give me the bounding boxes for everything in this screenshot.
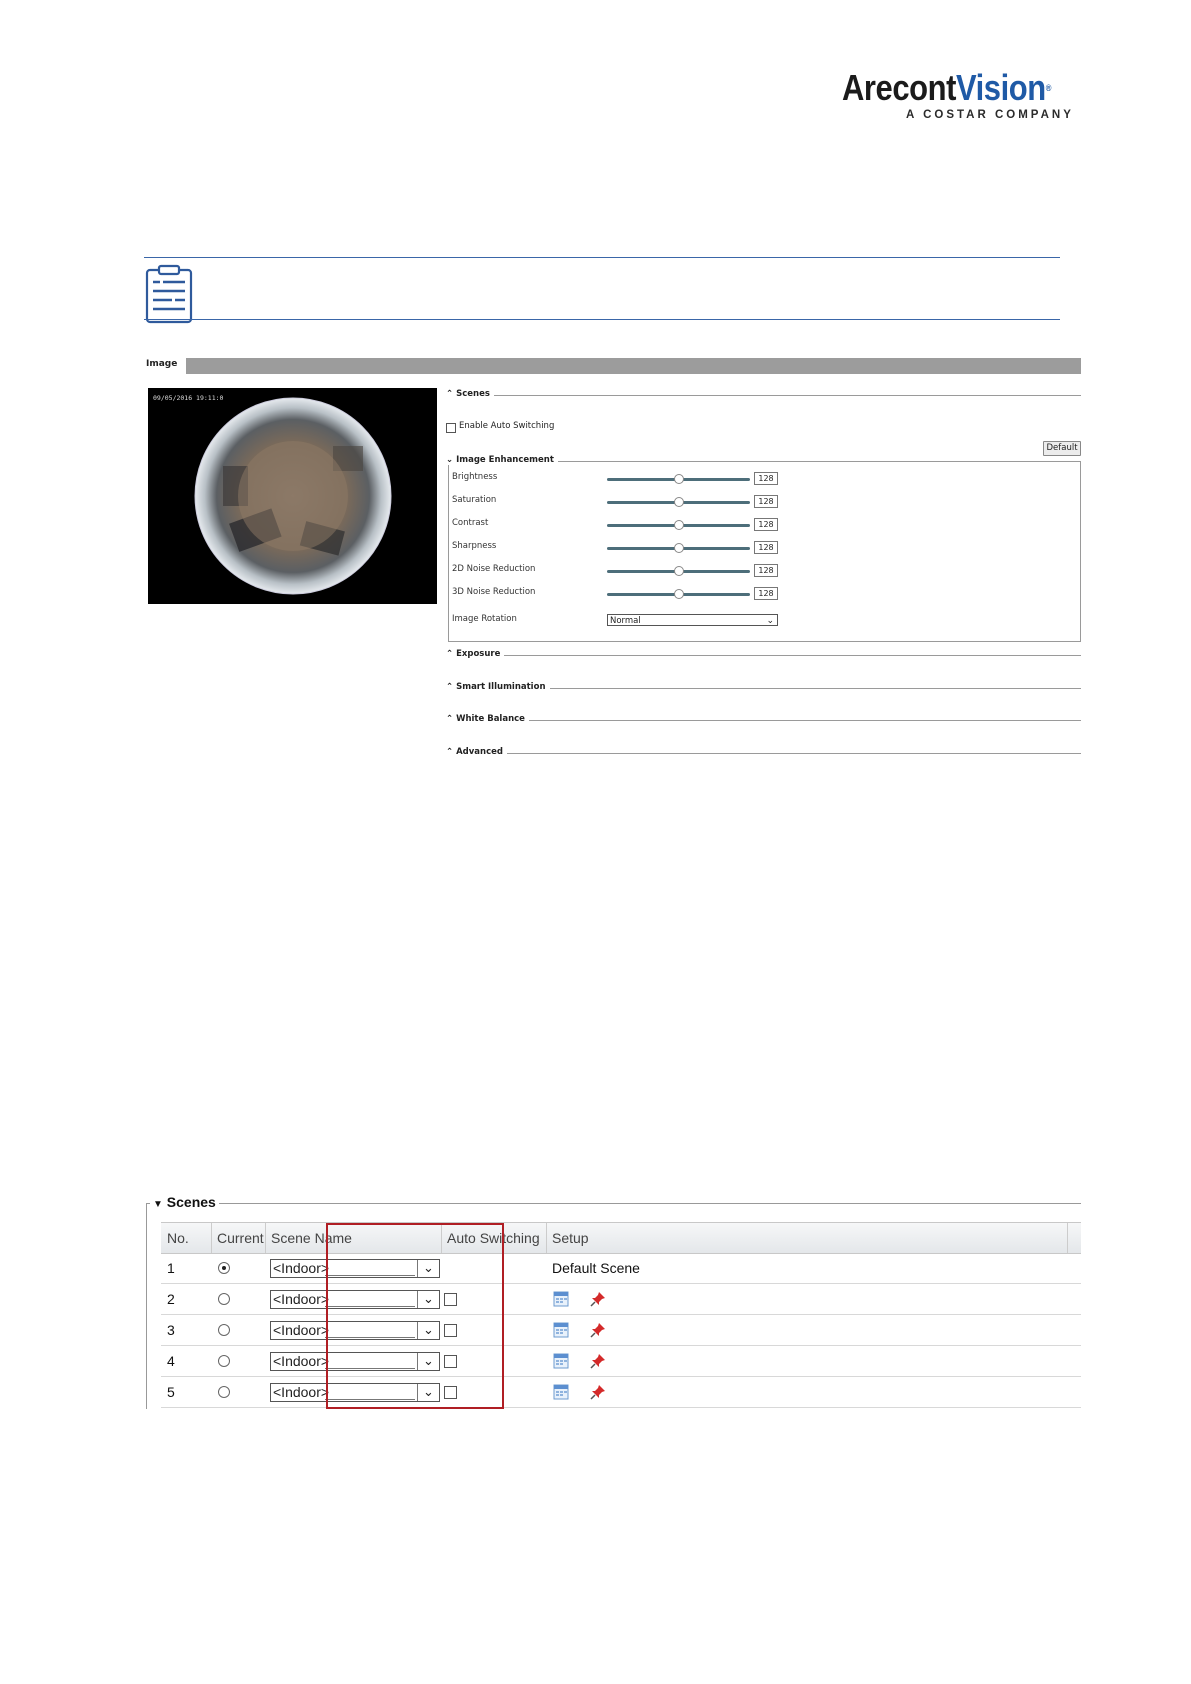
slider-row: Sharpness 128 <box>446 541 846 555</box>
scene-table-row: 1 <Indoor> ⌄ Default Scene <box>161 1253 1081 1284</box>
slider-row: Brightness 128 <box>446 472 846 486</box>
scene-name-value: <Indoor> <box>273 1260 330 1276</box>
collapsed-section-toggle[interactable]: ⌃ White Balance <box>446 714 529 724</box>
brand-name-part2: Vision <box>955 67 1046 108</box>
slider-handle[interactable] <box>673 543 684 553</box>
scene-number: 5 <box>167 1384 175 1400</box>
setup-text: Default Scene <box>552 1260 640 1276</box>
calendar-icon[interactable] <box>553 1383 569 1400</box>
pin-icon[interactable] <box>589 1290 607 1308</box>
slider-row: 3D Noise Reduction 128 <box>446 587 846 601</box>
slider-label: 2D Noise Reduction <box>452 564 536 574</box>
scenes-table-panel: ▼ Scenes No. Current Scene Name Auto Swi… <box>146 1194 1081 1414</box>
image-title-bar <box>186 358 1081 374</box>
image-settings-panel: ⌃ Scenes Enable Auto Switching Default ⌄… <box>446 387 1081 767</box>
fisheye-image <box>194 397 392 595</box>
enable-auto-switching-checkbox[interactable] <box>446 423 456 433</box>
brand-subtitle: A COSTAR COMPANY <box>906 109 1074 121</box>
slider-value-input[interactable]: 128 <box>754 495 778 508</box>
expand-arrow-icon: ⌃ <box>446 649 457 659</box>
collapsed-section-toggle[interactable]: ⌃ Exposure <box>446 649 505 659</box>
scene-number: 3 <box>167 1322 175 1338</box>
collapsed-section-label: Advanced <box>456 746 503 757</box>
pin-icon[interactable] <box>589 1352 607 1370</box>
collapsed-section-toggle[interactable]: ⌃ Smart Illumination <box>446 681 550 692</box>
scene-table-row: 4 <Indoor> ⌄ <box>161 1346 1081 1377</box>
table-header: No. Current Scene Name Auto Switching Se… <box>161 1222 1081 1254</box>
pin-icon[interactable] <box>589 1383 607 1401</box>
current-scene-radio[interactable] <box>218 1262 230 1274</box>
camera-preview[interactable]: 09/05/2016 19:11:0 <box>148 388 437 604</box>
slider-value-input[interactable]: 128 <box>754 541 778 554</box>
image-rotation-select[interactable]: Normal ⌄ <box>607 614 778 626</box>
calendar-icon[interactable] <box>553 1352 569 1369</box>
scenes-table-title: Scenes <box>166 1194 216 1210</box>
slider-label: Sharpness <box>452 541 497 551</box>
note-bottom-rule <box>144 319 1060 320</box>
scene-number: 4 <box>167 1353 175 1369</box>
pin-icon[interactable] <box>589 1321 607 1339</box>
scene-number: 2 <box>167 1291 175 1307</box>
registered-mark: ® <box>1045 83 1052 93</box>
image-rotation-value: Normal <box>610 616 641 626</box>
header-current: Current <box>217 1230 264 1246</box>
chevron-down-icon: ⌄ <box>766 616 774 626</box>
scene-table-row: 2 <Indoor> ⌄ <box>161 1284 1081 1315</box>
collapsed-section-label: Smart Illumination <box>456 681 546 692</box>
scene-name-value: <Indoor> <box>273 1291 330 1307</box>
image-section-title: Image <box>146 359 178 369</box>
current-scene-radio[interactable] <box>218 1293 230 1305</box>
image-rotation-label: Image Rotation <box>452 614 517 624</box>
slider-value-input[interactable]: 128 <box>754 518 778 531</box>
scenes-collapse-toggle[interactable]: ⌃ Scenes <box>446 389 494 399</box>
slider-row: 2D Noise Reduction 128 <box>446 564 846 578</box>
brand-logo: ArecontVision® A COSTAR COMPANY <box>842 68 1072 128</box>
expand-arrow-icon: ⌃ <box>446 714 457 724</box>
slider-label: Brightness <box>452 472 498 482</box>
collapsed-section-label: White Balance <box>456 714 525 724</box>
slider-handle[interactable] <box>673 474 684 484</box>
slider-value-input[interactable]: 128 <box>754 564 778 577</box>
slider-value-input[interactable]: 128 <box>754 472 778 485</box>
calendar-icon[interactable] <box>553 1290 569 1307</box>
slider-label: Contrast <box>452 518 489 528</box>
default-button[interactable]: Default <box>1043 441 1081 456</box>
collapse-triangle-icon: ▼ <box>153 1199 163 1210</box>
current-scene-radio[interactable] <box>218 1324 230 1336</box>
current-scene-radio[interactable] <box>218 1386 230 1398</box>
brand-name-part1: Arecont <box>842 67 956 108</box>
collapsed-section-toggle[interactable]: ⌃ Advanced <box>446 746 507 757</box>
clipboard-note-icon <box>144 264 194 324</box>
image-enhancement-label: Image Enhancement <box>456 455 554 465</box>
brand-wordmark: ArecontVision® <box>842 67 1051 108</box>
scene-name-value: <Indoor> <box>273 1322 330 1338</box>
slider-handle[interactable] <box>673 520 684 530</box>
scene-name-value: <Indoor> <box>273 1353 330 1369</box>
image-enhancement-toggle[interactable]: ⌄ Image Enhancement <box>446 455 558 465</box>
collapsed-section-label: Exposure <box>456 649 501 659</box>
scene-table-row: 5 <Indoor> ⌄ <box>161 1377 1081 1408</box>
slider-value-input[interactable]: 128 <box>754 587 778 600</box>
slider-label: Saturation <box>452 495 497 505</box>
slider-row: Contrast 128 <box>446 518 846 532</box>
scene-number: 1 <box>167 1260 175 1276</box>
calendar-icon[interactable] <box>553 1321 569 1338</box>
note-top-rule <box>144 257 1060 258</box>
expand-arrow-icon: ⌃ <box>446 746 457 757</box>
current-scene-radio[interactable] <box>218 1355 230 1367</box>
scenes-table-toggle[interactable]: ▼ Scenes <box>150 1194 219 1210</box>
slider-handle[interactable] <box>673 497 684 507</box>
enable-auto-switching-label: Enable Auto Switching <box>459 421 555 431</box>
header-setup: Setup <box>552 1230 589 1246</box>
slider-handle[interactable] <box>673 589 684 599</box>
scenes-label: Scenes <box>456 389 490 399</box>
slider-handle[interactable] <box>673 566 684 576</box>
scene-table-row: 3 <Indoor> ⌄ <box>161 1315 1081 1346</box>
scene-name-highlight-box <box>326 1223 504 1409</box>
header-no: No. <box>167 1230 189 1246</box>
slider-row: Saturation 128 <box>446 495 846 509</box>
expand-arrow-icon: ⌃ <box>446 681 457 692</box>
scene-name-value: <Indoor> <box>273 1384 330 1400</box>
slider-label: 3D Noise Reduction <box>452 587 536 597</box>
